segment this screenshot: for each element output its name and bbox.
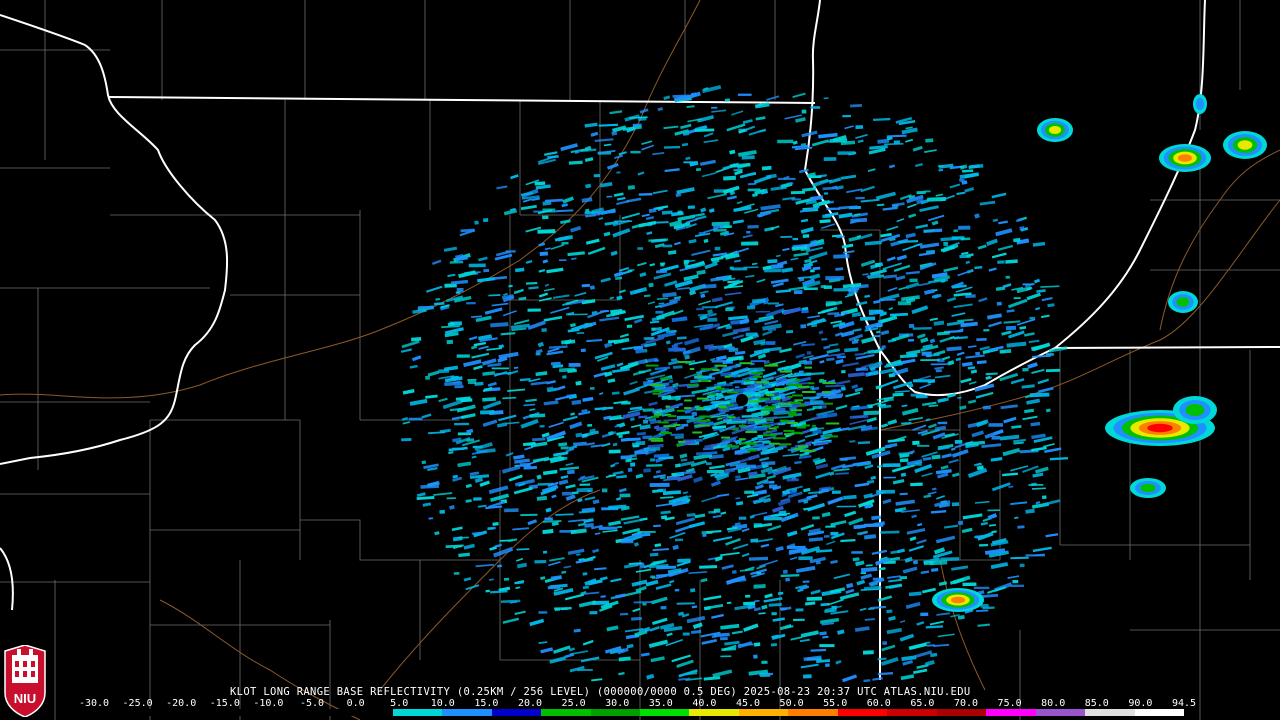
colorbar-tick-label: 75.0 [997, 698, 1022, 709]
colorbar-swatch [986, 709, 1036, 716]
colorbar-tick-label: 60.0 [866, 698, 891, 709]
colorbar-tick-label: -5.0 [299, 698, 325, 709]
svg-text:NIU: NIU [14, 691, 36, 706]
colorbar-swatch [936, 709, 987, 716]
colorbar-tick-label: 70.0 [953, 698, 979, 709]
colorbar-swatch [788, 709, 838, 716]
colorbar-tick-label: 5.0 [390, 698, 409, 709]
niu-logo-icon: NIU [4, 645, 46, 717]
colorbar-tick-label: 55.0 [823, 698, 848, 709]
colorbar-swatch [887, 709, 937, 716]
radar-site-icon [736, 394, 748, 406]
colorbar-tick-label: 80.0 [1041, 698, 1066, 709]
colorbar-tick-label: 10.0 [430, 698, 455, 709]
colorbar-swatch [738, 709, 789, 716]
product-caption: KLOT LONG RANGE BASE REFLECTIVITY (0.25K… [230, 686, 971, 698]
colorbar-swatch [343, 709, 393, 716]
colorbar-swatch [194, 709, 245, 716]
colorbar-swatch [442, 709, 492, 716]
colorbar-tick-label: -30.0 [78, 698, 110, 709]
colorbar-tick-label: 90.0 [1128, 698, 1153, 709]
colorbar-tick-label: 25.0 [561, 698, 586, 709]
colorbar-swatch [1085, 709, 1135, 716]
colorbar-swatch [96, 709, 146, 716]
colorbar-swatch [1035, 709, 1086, 716]
colorbar-tick-label: -15.0 [209, 698, 240, 709]
colorbar-tick-label: -20.0 [166, 698, 197, 709]
colorbar-tick-label: 15.0 [474, 698, 499, 709]
colorbar-tick-label: 85.0 [1084, 698, 1109, 709]
colorbar-tick-label: 50.0 [779, 698, 804, 709]
colorbar-swatch [837, 709, 888, 716]
colorbar-tick-label: -25.0 [122, 698, 153, 709]
colorbar-swatch [1134, 709, 1184, 716]
colorbar-swatch [491, 709, 542, 716]
colorbar-swatch [590, 709, 640, 716]
colorbar-tick-label: 35.0 [648, 698, 673, 709]
colorbar [96, 709, 1184, 716]
radar-map [0, 0, 1280, 720]
colorbar-tick-label: 45.0 [735, 698, 761, 709]
colorbar-tick-label: 40.0 [692, 698, 717, 709]
colorbar-swatch [293, 709, 344, 716]
colorbar-tick-label: -10.0 [253, 698, 284, 709]
colorbar-labels: -30.0 -25.0 -20.0 -15.0 -10.0 -5.0 0.0 5.0 10.0 1… [79, 698, 1197, 709]
colorbar-tick-label: 20.0 [517, 698, 543, 709]
colorbar-swatch [541, 709, 591, 716]
colorbar-tick-label: 30.0 [605, 698, 630, 709]
colorbar-swatch [392, 709, 443, 716]
colorbar-swatch [639, 709, 690, 716]
colorbar-swatch [689, 709, 739, 716]
colorbar-swatch [145, 709, 195, 716]
colorbar-swatch [244, 709, 294, 716]
colorbar-tick-label: 94.5 [1171, 698, 1197, 709]
colorbar-tick-label: 0.0 [346, 698, 365, 709]
colorbar-tick-label: 65.0 [910, 698, 935, 709]
